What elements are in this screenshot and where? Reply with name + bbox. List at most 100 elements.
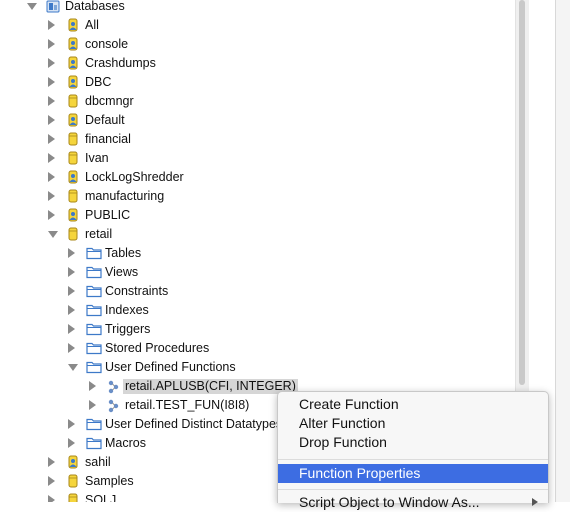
menu-item-script-object-label: Script Object to Window As... [299,494,480,510]
menu-item-script-object[interactable]: Script Object to Window As... [278,493,548,512]
tree-node-folder[interactable]: User Defined Functions [0,358,515,377]
folder-icon [86,417,102,434]
folder-icon [86,436,102,453]
folder-icon [86,360,102,377]
tree-node-database[interactable]: Crashdumps [0,54,515,73]
tree-node-label: Crashdumps [85,56,156,70]
tree-node-label: financial [85,132,131,146]
expand-arrow-icon[interactable] [48,210,55,220]
tree-node-databases[interactable]: Databases [0,0,515,16]
expand-arrow-icon[interactable] [68,438,75,448]
tree-node-database[interactable]: PUBLIC [0,206,515,225]
tree-node-database[interactable]: retail [0,225,515,244]
tree-node-label: Tables [105,246,142,260]
tree-node-folder[interactable]: Triggers [0,320,515,339]
tree-node-database[interactable]: All [0,16,515,35]
tree-node-database[interactable]: Default [0,111,515,130]
tree-node-folder[interactable]: Stored Procedures [0,339,515,358]
tree-node-database[interactable]: financial [0,130,515,149]
database-user-icon [66,75,80,93]
function-icon [106,379,122,397]
database-user-icon [66,37,80,55]
tree-node-label: Views [105,265,139,279]
folder-icon [86,284,102,301]
tree-node-database[interactable]: dbcmngr [0,92,515,111]
menu-item-alter-function[interactable]: Alter Function [278,414,548,433]
expand-arrow-icon[interactable] [89,400,96,410]
tree-node-folder[interactable]: Views [0,263,515,282]
tree-node-label: Databases [65,0,125,13]
database-user-icon [66,455,80,473]
tree-node-database[interactable]: LockLogShredder [0,168,515,187]
expand-arrow-icon[interactable] [48,115,55,125]
expand-arrow-icon[interactable] [48,20,55,30]
collapse-arrow-icon[interactable] [48,231,58,238]
expand-arrow-icon[interactable] [48,134,55,144]
context-menu: Create Function Alter Function Drop Func… [277,391,549,510]
expand-arrow-icon[interactable] [68,419,75,429]
expand-arrow-icon[interactable] [68,248,75,258]
expand-arrow-icon[interactable] [48,153,55,163]
expand-arrow-icon[interactable] [48,96,55,106]
expand-arrow-icon[interactable] [48,457,55,467]
tree-node-label: Ivan [85,151,109,165]
expand-arrow-icon[interactable] [68,305,75,315]
tree-node-label: User Defined Distinct Datatypes [105,417,283,431]
expand-arrow-icon[interactable] [48,495,55,502]
tree-node-label: Constraints [105,284,169,298]
database-user-icon [66,113,80,131]
expand-arrow-icon[interactable] [68,267,75,277]
expand-arrow-icon[interactable] [68,324,75,334]
expand-arrow-icon[interactable] [48,191,55,201]
tree-node-label: dbcmngr [85,94,134,108]
expand-arrow-icon[interactable] [68,286,75,296]
tree-node-label: Samples [85,474,134,488]
database-icon [66,474,80,492]
expand-arrow-icon[interactable] [48,172,55,182]
collapse-arrow-icon[interactable] [68,364,78,371]
database-icon [66,227,80,245]
tree-node-label: Indexes [105,303,149,317]
menu-item-create-function[interactable]: Create Function [278,395,548,414]
tree-node-label: Macros [105,436,146,450]
tree-node-folder[interactable]: Indexes [0,301,515,320]
tree-node-label: retail.APLUSB(CFI, INTEGER) [123,379,298,394]
tree-node-folder[interactable]: Constraints [0,282,515,301]
tree-node-label: User Defined Functions [105,360,236,374]
tree-node-database[interactable]: DBC [0,73,515,92]
tree-node-label: retail.TEST_FUN(I8I8) [125,398,250,412]
expand-arrow-icon[interactable] [48,39,55,49]
database-icon [66,189,80,207]
tree-node-label: DBC [85,75,112,89]
folder-icon [86,303,102,320]
collapse-arrow-icon[interactable] [27,3,37,10]
expand-arrow-icon[interactable] [48,58,55,68]
folder-icon [86,265,102,282]
function-icon [106,398,122,416]
folder-icon [86,322,102,339]
tree-node-label: LockLogShredder [85,170,184,184]
tree-node-label: Stored Procedures [105,341,210,355]
tree-node-folder[interactable]: Tables [0,244,515,263]
database-icon [66,151,80,169]
database-server-icon [45,0,61,17]
menu-item-drop-function[interactable]: Drop Function [278,433,548,452]
menu-item-function-properties[interactable]: Function Properties [278,464,548,483]
expand-arrow-icon[interactable] [48,77,55,87]
database-user-icon [66,18,80,36]
database-user-icon [66,170,80,188]
tree-node-label: All [85,18,99,32]
tree-node-label: manufacturing [85,189,165,203]
folder-icon [86,341,102,358]
database-user-icon [66,208,80,226]
expand-arrow-icon[interactable] [89,381,96,391]
tree-node-label: PUBLIC [85,208,131,222]
database-icon [66,493,80,502]
database-icon [66,132,80,150]
tree-node-database[interactable]: manufacturing [0,187,515,206]
expand-arrow-icon[interactable] [68,343,75,353]
tree-scrollbar-thumb[interactable] [519,0,525,385]
expand-arrow-icon[interactable] [48,476,55,486]
tree-node-database[interactable]: Ivan [0,149,515,168]
tree-node-database[interactable]: console [0,35,515,54]
